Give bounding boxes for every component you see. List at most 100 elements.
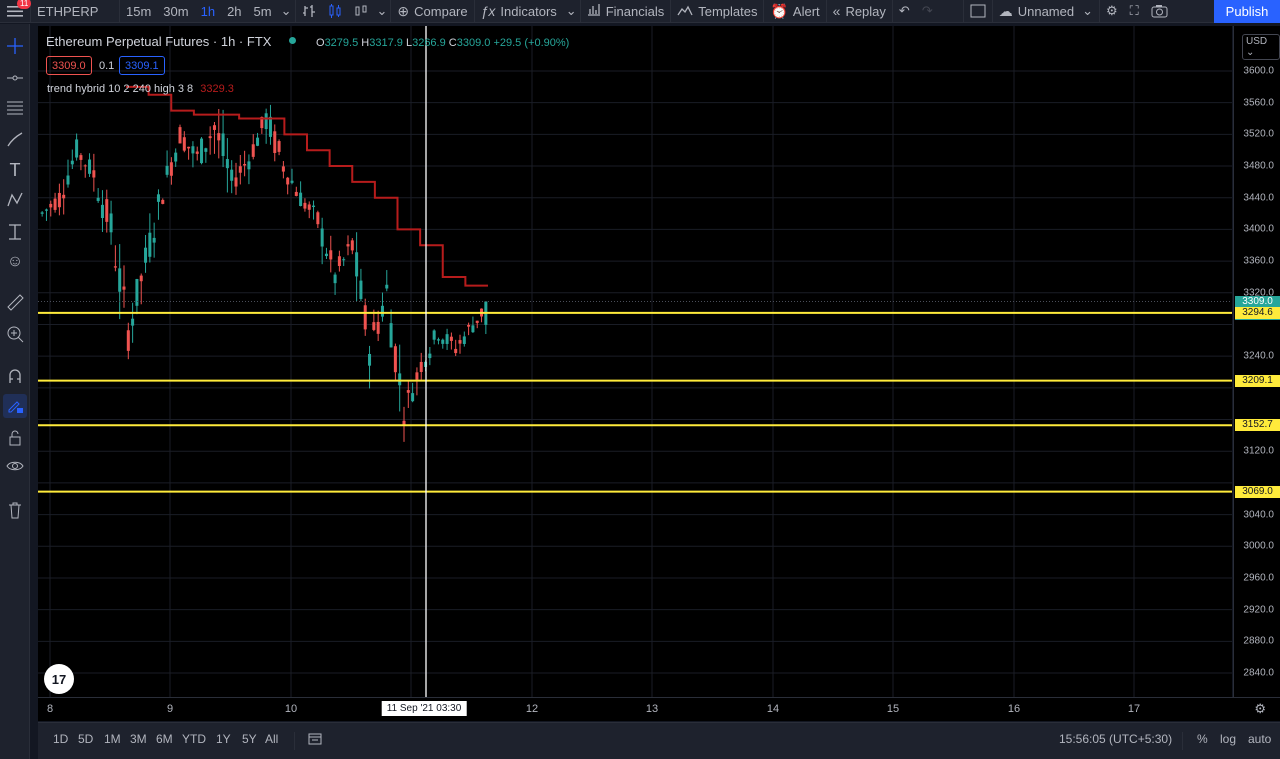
settings-gear-icon[interactable]: ⚙: [1100, 0, 1124, 23]
undo-icon[interactable]: ↶: [893, 0, 916, 23]
candle-body: [312, 205, 316, 207]
prediction-icon[interactable]: [3, 220, 27, 244]
auto-scale-toggle[interactable]: auto: [1248, 732, 1271, 746]
range-1d[interactable]: 1D: [53, 732, 68, 746]
save-layout-button[interactable]: ☁ Unnamed ⌄: [993, 0, 1099, 23]
horizontal-line-icon[interactable]: [3, 66, 27, 90]
chart-type-chevron-icon[interactable]: ⌄: [374, 0, 391, 23]
go-to-date-icon[interactable]: [308, 732, 322, 748]
tradingview-logo-icon[interactable]: 17: [44, 664, 74, 694]
zoom-in-icon[interactable]: [3, 322, 27, 346]
price-axis[interactable]: USD ⌄ 3600.0 3560.0 3520.0 3480.0 3440.0 3400…: [1233, 26, 1280, 697]
candle-body: [49, 203, 53, 208]
range-1y[interactable]: 1Y: [216, 732, 231, 746]
candle-body: [88, 159, 92, 174]
ruler-icon[interactable]: [3, 290, 27, 314]
candle-body: [268, 116, 272, 137]
timeframe-1h[interactable]: 1h: [195, 0, 221, 23]
candles-icon[interactable]: [322, 0, 348, 23]
range-1m[interactable]: 1M: [104, 732, 121, 746]
candle-body: [212, 125, 216, 130]
layout-select-icon[interactable]: [964, 0, 992, 23]
percent-scale-toggle[interactable]: %: [1197, 732, 1208, 746]
chart-pane[interactable]: 17: [38, 26, 1232, 697]
time-tick-label: 10: [284, 703, 298, 715]
crosshair-icon[interactable]: [3, 34, 27, 58]
timeframe-5m[interactable]: 5m: [248, 0, 278, 23]
templates-button[interactable]: Templates: [671, 0, 763, 23]
divider: [294, 732, 295, 750]
timeframe-2h[interactable]: 2h: [221, 0, 247, 23]
time-tick-label: 14: [766, 703, 780, 715]
pattern-icon[interactable]: [3, 188, 27, 212]
time-tick-label: 16: [1007, 703, 1021, 715]
symbol-legend-title[interactable]: Ethereum Perpetual Futures · 1h · FTX: [46, 34, 271, 49]
log-scale-toggle[interactable]: log: [1220, 732, 1236, 746]
candle-body: [217, 133, 221, 141]
indicators-chevron-icon[interactable]: ⌄: [563, 0, 580, 23]
replay-button[interactable]: «Replay: [827, 0, 892, 23]
range-3m[interactable]: 3M: [130, 732, 147, 746]
compare-button[interactable]: ⊕ Compare: [391, 0, 473, 23]
price-tick-label: 3520.0: [1243, 128, 1274, 140]
eye-icon[interactable]: [3, 454, 27, 478]
alert-button[interactable]: ⏰ Alert: [764, 0, 825, 23]
candle-body: [131, 318, 135, 326]
candle-body: [204, 148, 208, 152]
candle-body: [256, 137, 260, 146]
range-5y[interactable]: 5Y: [242, 732, 257, 746]
timeframe-dropdown-chevron-icon[interactable]: ⌄: [278, 0, 295, 23]
bar-style-icon[interactable]: [296, 0, 322, 23]
range-6m[interactable]: 6M: [156, 732, 173, 746]
buy-price-button[interactable]: 3309.1: [119, 56, 165, 75]
brush-icon[interactable]: [3, 128, 27, 152]
candle-body: [329, 250, 333, 260]
chart-type-icon[interactable]: [348, 0, 374, 23]
stay-in-drawing-mode-icon[interactable]: [3, 394, 27, 418]
candle-body: [290, 180, 294, 183]
emoji-icon[interactable]: ☺: [3, 250, 27, 274]
fib-retracement-icon[interactable]: [3, 96, 27, 120]
magnet-icon[interactable]: [3, 364, 27, 388]
level-price-label: 3069.0: [1235, 485, 1280, 498]
symbol-search[interactable]: ETHPERP: [31, 0, 119, 23]
time-axis[interactable]: 8 9 10 12 13 14 15 16 17 11 Sep '21 03:30 ⚙: [38, 697, 1280, 721]
range-5d[interactable]: 5D: [78, 732, 93, 746]
range-ytd[interactable]: YTD: [182, 732, 206, 746]
alarm-clock-icon: ⏰: [770, 2, 788, 19]
text-tool-icon[interactable]: T: [3, 158, 27, 182]
bottom-toolbar: 1D 5D 1M 3M 6M YTD 1Y 5Y All 15:56:05 (U…: [38, 722, 1280, 759]
candle-body: [79, 155, 83, 160]
candle-body: [346, 244, 350, 247]
fullscreen-icon[interactable]: ⛶: [1124, 0, 1145, 23]
timeframe-30m[interactable]: 30m: [157, 0, 194, 23]
range-all[interactable]: All: [265, 732, 278, 746]
indicator-legend[interactable]: trend hybrid 10 2 240 high 3 8 3329.3: [47, 83, 234, 95]
main-menu-button[interactable]: 11: [0, 0, 32, 23]
candle-body: [389, 323, 393, 348]
sell-price-button[interactable]: 3309.0: [46, 56, 92, 75]
price-tick-label: 3600.0: [1243, 65, 1274, 77]
axis-settings-gear-icon[interactable]: ⚙: [1254, 701, 1266, 717]
financials-button[interactable]: Financials: [581, 0, 671, 23]
lock-icon[interactable]: [3, 426, 27, 450]
candle-body: [109, 213, 113, 233]
timezone-clock[interactable]: 15:56:05 (UTC+5:30): [1059, 732, 1172, 746]
level-price-label: 3152.7: [1235, 419, 1280, 432]
candle-body: [187, 146, 191, 149]
publish-button[interactable]: Publish: [1214, 0, 1280, 23]
currency-selector[interactable]: USD ⌄: [1242, 34, 1280, 60]
price-tick-label: 3440.0: [1243, 192, 1274, 204]
price-tick-label: 3360.0: [1243, 255, 1274, 267]
redo-icon[interactable]: ↷: [916, 0, 939, 23]
indicators-label: Indicators: [500, 3, 557, 19]
indicators-button[interactable]: ƒx Indicators: [475, 0, 563, 23]
candle-body: [355, 252, 359, 277]
drawing-toolbar: T ☺: [0, 24, 30, 759]
candle-body: [66, 175, 70, 185]
trash-icon[interactable]: [3, 498, 27, 522]
timeframe-15m[interactable]: 15m: [120, 0, 157, 23]
camera-snapshot-icon[interactable]: [1145, 0, 1174, 23]
price-tick-label: 2840.0: [1243, 667, 1274, 679]
candle-body: [372, 322, 376, 330]
